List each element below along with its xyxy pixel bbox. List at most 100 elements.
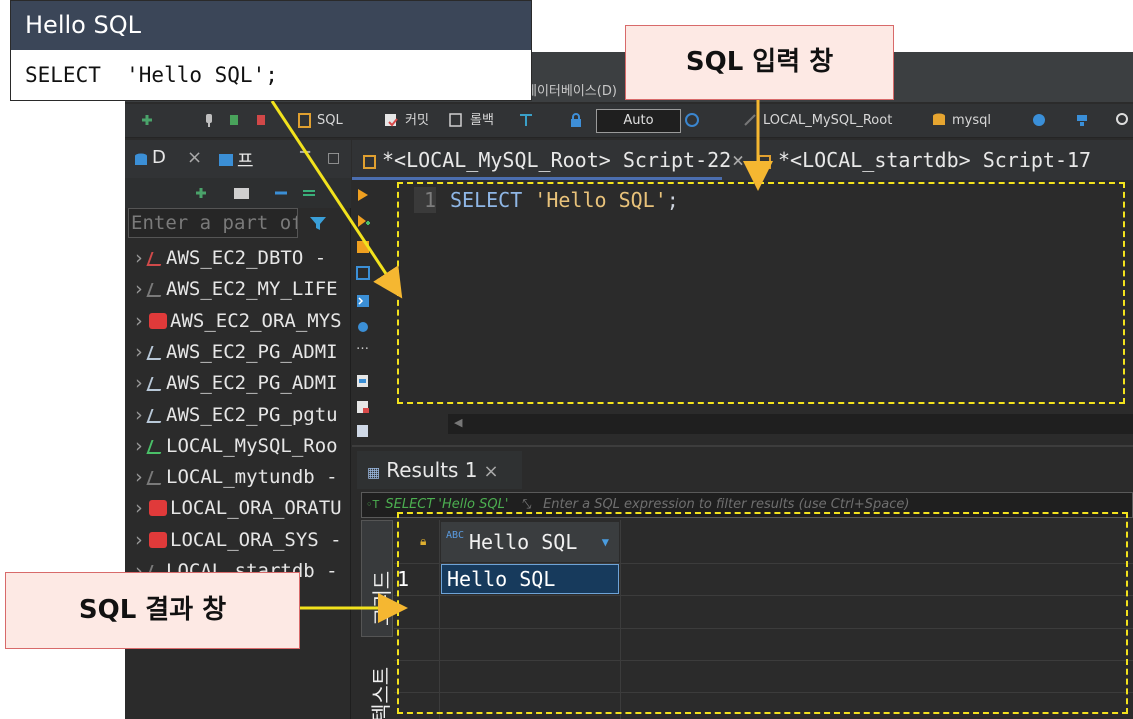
connection-icon xyxy=(744,114,756,126)
tab-script-17[interactable]: *<LOCAL_startdb> Script-17 xyxy=(778,148,1091,172)
auto-commit-selector[interactable]: Auto xyxy=(596,109,681,133)
tree-item-connection[interactable]: › AWS_EC2_PG_pgtu xyxy=(133,400,338,430)
db-postgres-icon xyxy=(146,377,166,392)
execute-new-tab-icon[interactable] xyxy=(356,214,370,228)
tree-item-connection[interactable]: › LOCAL_ORA_ORATU xyxy=(133,493,342,523)
tree-item-connection[interactable]: › LOCAL_ORA_SYS - xyxy=(133,525,342,555)
terminal-icon[interactable] xyxy=(356,294,370,308)
network-icon[interactable] xyxy=(1074,112,1090,128)
active-connection-selector[interactable]: LOCAL_MySQL_Root xyxy=(763,110,892,132)
active-schema-selector[interactable]: mysql xyxy=(952,110,991,132)
tab-text-view[interactable]: 텍스트 xyxy=(361,650,393,719)
disconnect-icon[interactable] xyxy=(253,112,269,128)
sql-result-callout: SQL 결과 창 xyxy=(5,572,300,649)
link-editor-icon[interactable] xyxy=(301,185,317,201)
close-tab-icon[interactable]: × xyxy=(187,147,202,168)
dashboard-icon[interactable] xyxy=(1031,112,1047,128)
minimize-icon[interactable]: ▔ xyxy=(300,152,310,167)
chevron-right-icon[interactable]: › xyxy=(133,431,149,461)
save-file-icon[interactable] xyxy=(356,400,370,414)
navigator-toolbar xyxy=(125,178,351,208)
results-filter-input[interactable]: Enter a SQL expression to filter results… xyxy=(543,497,909,512)
navigator-filter-input[interactable]: Enter a part of xyxy=(128,208,298,238)
execute-script-icon[interactable] xyxy=(356,240,370,254)
db-oracle-icon xyxy=(149,531,167,548)
tree-item-label: AWS_EC2_PG_pgtu xyxy=(166,403,338,426)
connect-icon[interactable] xyxy=(226,112,242,128)
tree-item-connection[interactable]: › LOCAL_mytundb - xyxy=(133,462,338,492)
search-icon[interactable] xyxy=(1115,112,1131,128)
tree-item-connection[interactable]: › AWS_EC2_PG_ADMI xyxy=(133,368,338,398)
tab-projects[interactable]: 프 xyxy=(237,147,254,173)
chevron-right-icon[interactable]: › xyxy=(133,243,149,273)
db-oracle-icon xyxy=(149,500,167,517)
more-icon[interactable]: … xyxy=(356,338,369,353)
db-postgres-icon xyxy=(146,345,166,360)
settings-icon[interactable] xyxy=(356,320,370,334)
results-tab-bar: ▦ Results 1 × xyxy=(352,445,1133,489)
filter-icon[interactable] xyxy=(309,216,327,232)
db-postgres-icon xyxy=(146,408,166,423)
tab-database-navigator[interactable]: D xyxy=(152,147,166,168)
db-disconnected-icon xyxy=(146,252,166,266)
new-folder-icon[interactable] xyxy=(233,185,251,201)
hello-sql-callout: Hello SQL SELECT 'Hello SQL'; xyxy=(10,0,532,101)
new-connection-icon[interactable] xyxy=(139,112,155,128)
chevron-right-icon[interactable]: › xyxy=(133,400,149,430)
chevron-right-icon[interactable]: › xyxy=(133,306,149,336)
rollback-icon[interactable] xyxy=(448,112,464,128)
explain-plan-icon[interactable] xyxy=(356,266,370,280)
chevron-right-icon[interactable]: › xyxy=(133,493,149,523)
maximize-icon[interactable]: □ xyxy=(327,150,340,166)
editor-tabs: *<LOCAL_MySQL_Root> Script-22 × *<LOCAL_… xyxy=(352,140,1133,180)
db-connected-icon xyxy=(146,439,166,454)
history-icon[interactable] xyxy=(684,112,700,128)
execute-statement-icon[interactable] xyxy=(356,188,370,202)
scroll-left-icon[interactable]: ◀ xyxy=(454,416,462,429)
database-navigator-icon xyxy=(135,153,147,165)
new-connection-icon[interactable] xyxy=(193,185,209,201)
chevron-right-icon[interactable]: › xyxy=(133,337,149,367)
close-tab-icon[interactable]: × xyxy=(484,461,499,482)
chevron-right-icon[interactable]: › xyxy=(133,462,149,492)
navigator-tabs: D × 프 ▔ □ xyxy=(125,140,351,178)
tree-item-connection[interactable]: › AWS_EC2_MY_LIFE xyxy=(133,274,338,304)
menu-database[interactable]: 데이터베이스(D) xyxy=(525,80,617,99)
export-icon[interactable] xyxy=(356,374,370,388)
chevron-right-icon[interactable]: › xyxy=(133,525,149,555)
commit-icon[interactable] xyxy=(383,112,399,128)
filter-query-text: SELECT 'Hello SQL' xyxy=(385,497,509,512)
rollback-button[interactable]: 롤백 xyxy=(470,110,494,132)
sql-input-highlight xyxy=(397,182,1125,404)
db-mysql-icon xyxy=(146,283,166,298)
close-tab-icon[interactable]: × xyxy=(732,148,744,172)
tab-results-1[interactable]: ▦ Results 1 × xyxy=(357,451,522,489)
tree-item-label: LOCAL_ORA_SYS - xyxy=(170,528,342,551)
tree-item-connection[interactable]: › LOCAL_MySQL_Roo xyxy=(133,431,338,461)
load-file-icon[interactable] xyxy=(356,424,370,438)
expand-icon[interactable]: ⤡ xyxy=(521,497,531,512)
tree-item-label: LOCAL_MySQL_Roo xyxy=(166,434,338,457)
tree-item-connection[interactable]: › AWS_EC2_PG_ADMI xyxy=(133,337,338,367)
tab-script-22[interactable]: *<LOCAL_MySQL_Root> Script-22 xyxy=(382,148,731,172)
project-icon xyxy=(219,154,233,166)
lock-icon[interactable] xyxy=(568,112,584,128)
tree-item-connection[interactable]: › AWS_EC2_ORA_MYS xyxy=(133,306,342,336)
collapse-all-icon[interactable] xyxy=(273,185,289,201)
query-icon: ◦T xyxy=(366,498,380,511)
editor-horizontal-scrollbar[interactable]: ◀ xyxy=(448,414,1133,434)
commit-button[interactable]: 커밋 xyxy=(405,110,429,132)
hello-sql-query: SELECT 'Hello SQL'; xyxy=(25,63,278,87)
grid-icon: ▦ xyxy=(367,465,381,481)
sql-editor-icon[interactable] xyxy=(297,112,313,128)
sql-script-icon xyxy=(363,155,376,169)
sql-button[interactable]: SQL xyxy=(317,110,343,132)
tree-item-label: AWS_EC2_ORA_MYS xyxy=(170,309,342,332)
tab-grid-view[interactable]: 그리드 xyxy=(361,520,394,637)
transaction-mode-icon[interactable] xyxy=(518,112,534,128)
chevron-right-icon[interactable]: › xyxy=(133,368,149,398)
tree-item-connection[interactable]: › AWS_EC2_DBTO - xyxy=(133,243,326,273)
chevron-right-icon[interactable]: › xyxy=(133,274,149,304)
db-mysql-icon xyxy=(146,471,166,486)
plug-icon[interactable] xyxy=(201,112,217,128)
